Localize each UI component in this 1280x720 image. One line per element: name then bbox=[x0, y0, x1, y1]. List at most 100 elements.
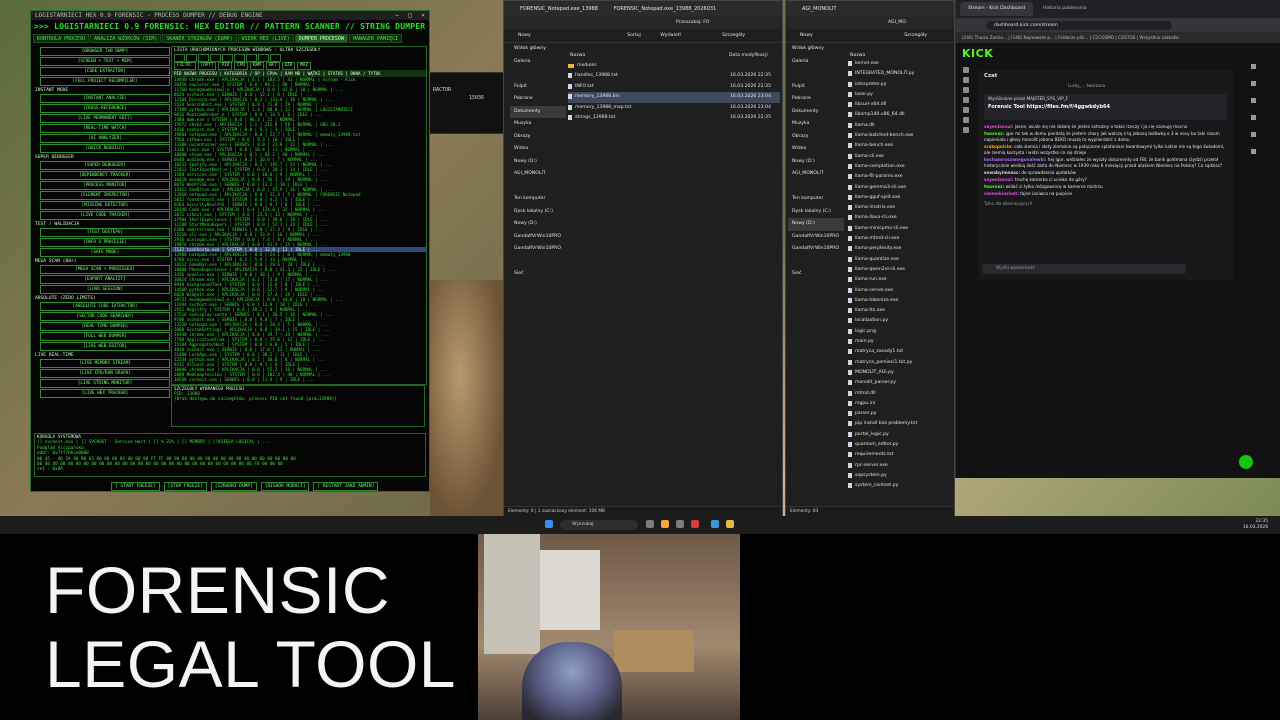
analytics-icon[interactable] bbox=[963, 107, 969, 113]
resume-icon[interactable] bbox=[210, 54, 221, 62]
nav-item[interactable]: Nowy (D:) bbox=[510, 156, 566, 169]
explorer-search-field[interactable]: Przeszukaj: FO bbox=[676, 20, 709, 25]
file-row[interactable]: llama-tokenize.exe bbox=[848, 296, 948, 306]
terminal-icon[interactable] bbox=[711, 520, 719, 528]
home-icon[interactable] bbox=[963, 67, 969, 73]
sidebar-button[interactable]: [LIVE CPU/RAM GRAPH] bbox=[40, 369, 170, 378]
sidebar-button[interactable]: [LIVE STRING MONITOR] bbox=[40, 379, 170, 388]
explorer-address-bar[interactable]: Przeszukaj: FO bbox=[504, 17, 782, 29]
nav-item[interactable]: GandalfVrWin10PRO bbox=[510, 231, 566, 244]
nav-item[interactable]: Galeria bbox=[510, 56, 566, 69]
chat-message[interactable]: eswabyimnasc: do sprawdzenia updatków bbox=[978, 170, 1233, 176]
file-row[interactable]: handles_13988.txt 16.03.2026 22:35 bbox=[568, 71, 780, 81]
tools-icon[interactable] bbox=[963, 117, 969, 123]
file-row[interactable]: matryca_zasady1.txt bbox=[848, 347, 948, 357]
nav-item[interactable]: Ten komputer bbox=[510, 193, 566, 206]
explorer-tab[interactable]: FORENSIC_Notepad.exe_13988 FORENSIC_Note… bbox=[504, 1, 782, 17]
file-explorer-window[interactable]: FORENSIC_Notepad.exe_13988 FORENSIC_Note… bbox=[503, 0, 783, 518]
file-row[interactable]: libomp140.x86_64.dll bbox=[848, 110, 948, 120]
settings-icon[interactable] bbox=[270, 54, 281, 62]
details-button-2[interactable]: Szczegóły bbox=[904, 33, 927, 38]
file-row[interactable]: strings_13988.txt 16.03.2026 22:35 bbox=[568, 113, 780, 123]
file-row[interactable]: memory_13988.bin 16.03.2026 23:04 bbox=[568, 92, 780, 103]
column-header-name[interactable]: Nazwa bbox=[570, 53, 585, 58]
sidebar-button[interactable]: [REAL-TIME WATCH] bbox=[40, 124, 170, 133]
maximize-icon[interactable]: □ bbox=[404, 11, 416, 20]
sidebar-button[interactable]: [REAL-TIME DUMPER] bbox=[40, 322, 170, 331]
sidebar-button[interactable]: [INFO O PROCESIE] bbox=[40, 238, 170, 247]
chat-input[interactable]: Wyślij wiadomość bbox=[982, 264, 1186, 274]
taskbar-clock[interactable]: 22:35 16.03.2026 bbox=[1243, 519, 1268, 531]
chat-username[interactable]: kochamroszanegonalewki: bbox=[984, 157, 1046, 162]
pinned-message[interactable]: Wyróżnione przez MAJSTER_SYS_VIP_F Foren… bbox=[984, 94, 1227, 120]
file-row[interactable]: llama-gguf-split.exe bbox=[848, 193, 948, 203]
file-row[interactable]: INTEGRATED_MONOLIT.py bbox=[848, 69, 948, 79]
minimize-icon[interactable]: – bbox=[391, 11, 403, 20]
file-row[interactable]: laser.py bbox=[848, 90, 948, 100]
export-icon[interactable] bbox=[258, 54, 269, 62]
overlay-window[interactable]: RACTOR 15036 bbox=[428, 72, 504, 134]
file-row[interactable]: llama-quantize.exe bbox=[848, 255, 948, 265]
nav-item[interactable]: Pobrane bbox=[510, 93, 566, 106]
nav-item[interactable]: GandalfVrWin10PRO bbox=[788, 231, 844, 244]
sidebar-button[interactable]: [DEPENDENCY TRACKER] bbox=[40, 171, 170, 180]
sidebar-button[interactable]: [MISSING DETECTOR] bbox=[40, 201, 170, 210]
close-icon[interactable]: × bbox=[417, 11, 429, 20]
file-row[interactable]: kernel.exe bbox=[848, 59, 948, 69]
sidebar-button[interactable]: [MEGA SCAN + PROCESSES] bbox=[40, 265, 170, 274]
details-button[interactable]: Szczegóły bbox=[722, 33, 745, 38]
start-icon[interactable] bbox=[545, 520, 553, 528]
nav-item[interactable]: GandalfVrWin10PRO bbox=[788, 243, 844, 256]
sidebar-button[interactable]: [EXPORT ANALIZY] bbox=[40, 275, 170, 284]
emoji-icon[interactable] bbox=[1251, 115, 1256, 120]
chat-message[interactable]: tworosz: igor mi tak w domu pierdolą że … bbox=[978, 131, 1233, 143]
file-row[interactable]: logic.png bbox=[848, 327, 948, 337]
modules-button[interactable]: [DISADR MODULI] bbox=[260, 482, 310, 491]
file-row[interactable]: llama-qwen2vl-cli.exe bbox=[848, 265, 948, 275]
kill-icon[interactable] bbox=[186, 54, 197, 62]
file-row[interactable]: llama-server.exe bbox=[848, 286, 948, 296]
file-row[interactable]: requirements.txt bbox=[848, 450, 948, 460]
sidebar-button[interactable]: [LOAD SESSION] bbox=[40, 285, 170, 294]
chat-username[interactable]: tworosz: bbox=[984, 184, 1004, 189]
nav-item[interactable]: Muzyka bbox=[788, 118, 844, 131]
browser-url-field[interactable]: dashboard.kick.com/stream bbox=[986, 20, 1172, 30]
nav-item[interactable]: Nowy (D:) bbox=[788, 218, 844, 231]
explorer-icon[interactable] bbox=[726, 520, 734, 528]
filter-toggle[interactable]: MAZ bbox=[297, 62, 312, 70]
file-row[interactable]: modules bbox=[568, 61, 780, 71]
people-icon[interactable] bbox=[1251, 98, 1256, 103]
nav-item[interactable]: Galeria bbox=[788, 56, 844, 69]
nav-item[interactable]: Ten komputer bbox=[788, 193, 844, 206]
chat-message[interactable]: szemekiaslast: fajne ianiwca na pulpicie bbox=[978, 191, 1233, 197]
file-row[interactable]: rpc-server.exe bbox=[848, 461, 948, 471]
file-row[interactable]: mgpu.ini bbox=[848, 399, 948, 409]
file-row[interactable]: memory_13988_map.txt 16.03.2026 23:04 bbox=[568, 103, 780, 113]
forensic-tab[interactable]: MANAGER PAMIĘCI bbox=[348, 34, 403, 43]
nav-item[interactable]: AGI_MONOLIT bbox=[510, 168, 566, 181]
column-header-date[interactable]: Data modyfikacji bbox=[729, 53, 768, 58]
filter-toggle[interactable]: PID bbox=[218, 62, 233, 70]
sidebar-button[interactable]: [SUPER DEBUGGER] bbox=[40, 161, 170, 170]
chat-username[interactable]: tworosz: bbox=[984, 131, 1004, 136]
sidebar-button[interactable]: [LIVE HEX TRACKER] bbox=[40, 389, 170, 398]
refresh-icon[interactable] bbox=[174, 54, 185, 62]
nav-item[interactable]: Pulpit bbox=[788, 81, 844, 94]
file-row[interactable]: llama-imatrix.exe bbox=[848, 203, 948, 213]
column-header-name-2[interactable]: Nazwa bbox=[850, 53, 865, 58]
view-button[interactable]: Wyświetl bbox=[660, 33, 681, 38]
file-row[interactable]: llama-bench.exe bbox=[848, 141, 948, 151]
chat-icon[interactable] bbox=[963, 87, 969, 93]
nav-item[interactable]: Dysk lokalny (C:) bbox=[788, 206, 844, 219]
sidebar-button[interactable]: [FULL PROJECT RECOMPILER] bbox=[40, 77, 170, 86]
sidebar-button[interactable]: [FULL WEB DUMPER] bbox=[40, 332, 170, 341]
sidebar-button[interactable]: [QUICK REBUILD] bbox=[40, 144, 170, 153]
nav-item[interactable]: Pulpit bbox=[510, 81, 566, 94]
settings-icon[interactable] bbox=[963, 127, 969, 133]
file-explorer-window-2[interactable]: AGI_MONOLIT AGI_MO Nowy Szczegóły Widok … bbox=[785, 0, 955, 518]
start-freeze-button[interactable]: [ START FREEZE] bbox=[111, 482, 160, 491]
sidebar-button[interactable]: [TEST DOSTĘPU] bbox=[40, 228, 170, 237]
file-row[interactable]: system_context.py bbox=[848, 481, 948, 491]
sort-button[interactable]: Sortuj bbox=[627, 33, 641, 38]
file-row[interactable]: llama-completion.exe bbox=[848, 162, 948, 172]
